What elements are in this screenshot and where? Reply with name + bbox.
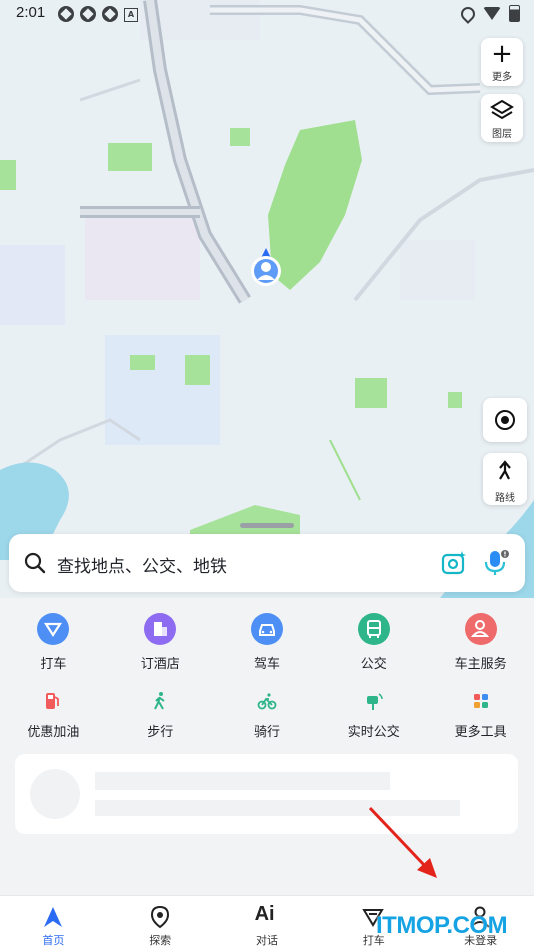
notification-a-icon: A (124, 8, 138, 22)
service-label: 打车 (40, 657, 67, 672)
nav-label: 探索 (149, 934, 172, 947)
search-bar[interactable]: 查找地点、公交、地铁 (9, 534, 525, 592)
service-car-owner[interactable]: 车主服务 (427, 613, 534, 672)
service-drive[interactable]: 驾车 (214, 613, 321, 672)
voice-search-icon[interactable] (483, 549, 509, 577)
service-label: 驾车 (253, 657, 280, 672)
service-label: 实时公交 (347, 725, 400, 740)
nav-chat[interactable]: Ai 对话 (214, 896, 321, 951)
drag-handle[interactable] (240, 523, 294, 528)
hotel-icon (144, 613, 177, 645)
nav-home[interactable]: 首页 (0, 896, 107, 951)
battery-icon (509, 5, 520, 22)
locate-icon (495, 410, 515, 430)
service-label: 骑行 (253, 725, 280, 740)
notification-app-icon (80, 6, 96, 22)
service-fuel[interactable]: 优惠加油 (0, 691, 107, 740)
map-view[interactable] (0, 0, 534, 598)
service-walk[interactable]: 步行 (107, 691, 214, 740)
nav-label: 首页 (42, 934, 65, 947)
walk-icon (150, 691, 170, 711)
watermark: ITMOP.COM (376, 912, 508, 939)
location-status-icon (458, 3, 478, 24)
notification-app-icon (102, 6, 118, 22)
service-more-tools[interactable]: 更多工具 (427, 691, 534, 740)
system-icons (458, 3, 520, 24)
locate-button[interactable] (483, 398, 527, 442)
camera-search-icon[interactable] (441, 550, 467, 576)
car-icon (250, 613, 283, 645)
more-label: 更多 (492, 72, 512, 83)
services-row-2: 优惠加油 步行 骑行 实时公交 更多工具 (0, 691, 534, 740)
search-input[interactable]: 查找地点、公交、地铁 (57, 552, 227, 577)
ai-chat-icon: Ai (254, 903, 275, 925)
map-canvas (0, 0, 534, 598)
service-label: 更多工具 (454, 725, 507, 740)
bus-icon (357, 613, 390, 645)
fuel-icon (43, 691, 63, 711)
service-taxi[interactable]: 打车 (0, 613, 107, 672)
services-row-1: 打车 订酒店 驾车 公交 车主服务 (0, 613, 534, 672)
avatar-placeholder (30, 769, 80, 819)
plus-icon: + (491, 39, 513, 69)
explore-icon (150, 905, 169, 929)
route-button[interactable]: 路线 (483, 453, 527, 505)
bus-stop-icon (364, 691, 384, 711)
service-cycle[interactable]: 骑行 (214, 691, 321, 740)
service-hotel[interactable]: 订酒店 (107, 613, 214, 672)
wifi-icon (483, 7, 501, 20)
taxi-icon (37, 613, 70, 645)
search-icon (24, 552, 46, 574)
loading-card (15, 754, 518, 834)
more-tools-icon (471, 691, 491, 711)
nav-explore[interactable]: 探索 (107, 896, 214, 951)
service-label: 公交 (360, 657, 387, 672)
service-bus[interactable]: 公交 (320, 613, 427, 672)
text-placeholder (95, 772, 390, 790)
layers-button[interactable]: 图层 (481, 94, 523, 142)
status-bar: 2:01 A (0, 0, 534, 28)
nav-label: 对话 (255, 934, 278, 947)
status-time: 2:01 (16, 4, 46, 21)
home-nav-icon (44, 907, 62, 927)
text-placeholder (95, 800, 460, 816)
service-label: 步行 (147, 725, 174, 740)
more-button[interactable]: + 更多 (481, 38, 523, 86)
route-label: 路线 (495, 493, 515, 504)
bike-icon (257, 691, 277, 711)
layers-label: 图层 (492, 129, 512, 140)
service-realtime-bus[interactable]: 实时公交 (320, 691, 427, 740)
layers-icon (490, 99, 514, 120)
route-icon (499, 460, 511, 480)
notification-app-icon (58, 6, 74, 22)
car-owner-icon (464, 613, 497, 645)
notification-icons: A (58, 6, 138, 22)
service-label: 车主服务 (454, 657, 507, 672)
service-label: 优惠加油 (27, 725, 80, 740)
service-label: 订酒店 (140, 657, 180, 672)
